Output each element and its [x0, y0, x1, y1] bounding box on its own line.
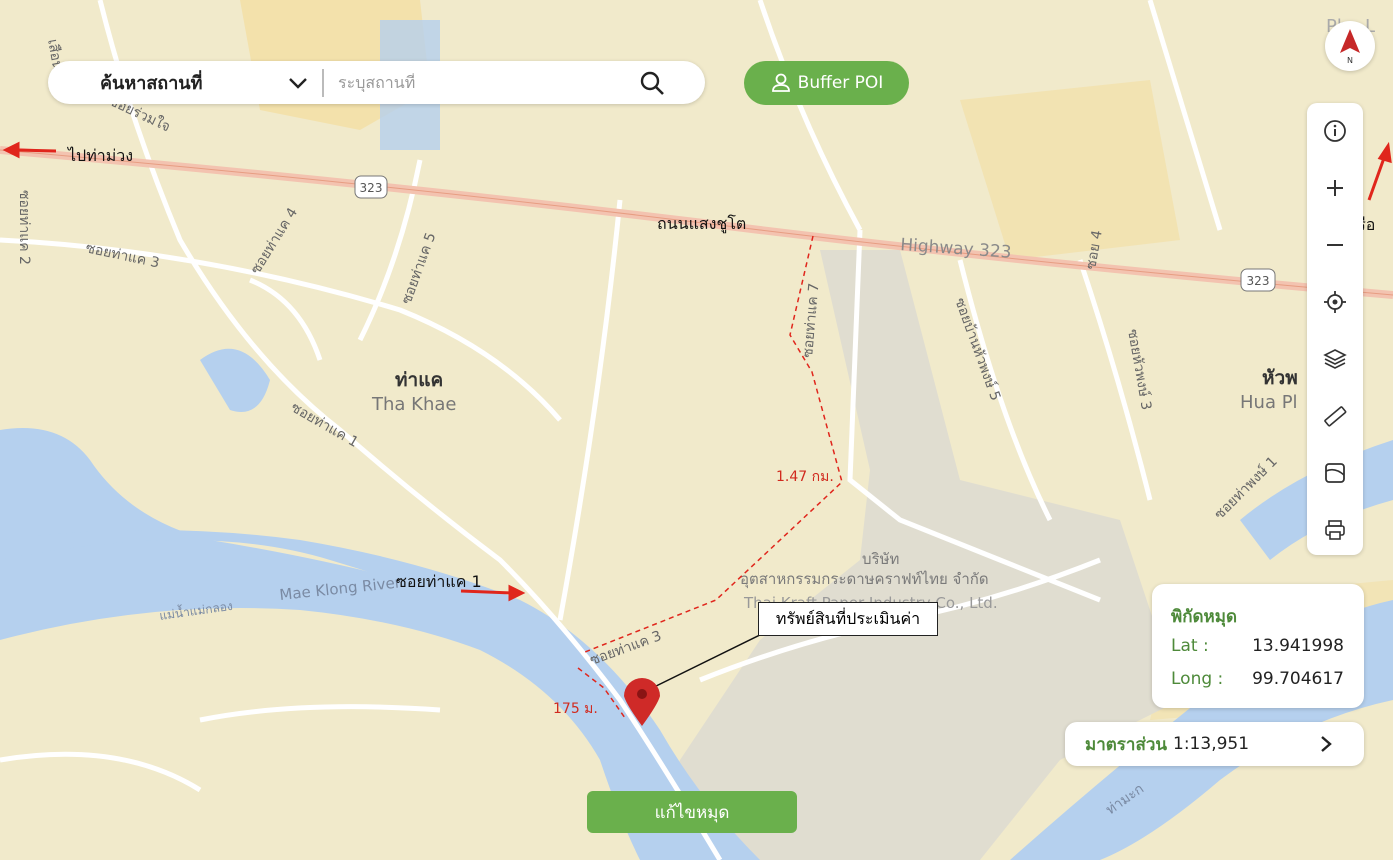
long-value: 99.704617	[1252, 669, 1344, 689]
lat-value: 13.941998	[1252, 636, 1344, 656]
place-label-hua-pho-th: หัวพ	[1262, 367, 1298, 389]
road-label-soi-2: ซอยท่าแค 2	[16, 190, 32, 265]
zoom-in-icon[interactable]	[1323, 176, 1347, 200]
chevron-down-icon[interactable]	[286, 71, 310, 95]
coordinates-title: พิกัดหมุด	[1171, 607, 1237, 627]
place-label-tha-khae-en: Tha Khae	[371, 394, 456, 415]
coordinates-card: พิกัดหมุด Lat : 13.941998 Long : 99.7046…	[1152, 584, 1364, 708]
locate-icon[interactable]	[1323, 290, 1347, 314]
layers-icon[interactable]	[1323, 347, 1347, 371]
place-label-tha-khae-th: ท่าแค	[395, 369, 443, 391]
buffer-poi-label: Buffer POI	[797, 73, 884, 93]
search-icon[interactable]	[638, 69, 666, 97]
compass-button[interactable]: N	[1325, 21, 1375, 71]
search-bar: ค้นหาสถานที่	[48, 61, 705, 104]
route-badge-east: 323	[1240, 268, 1276, 292]
scale-label: มาตราส่วน	[1085, 734, 1168, 755]
place-label-hua-pho-en: Hua Pl	[1240, 392, 1298, 413]
lat-label: Lat :	[1171, 636, 1209, 656]
search-divider	[322, 68, 324, 97]
scale-control[interactable]: มาตราส่วน 1:13,951	[1065, 722, 1364, 766]
long-label: Long :	[1171, 669, 1224, 689]
chevron-right-icon[interactable]	[1316, 734, 1336, 754]
annotation-distance-road: 1.47 กม.	[776, 469, 834, 485]
company-label-2: อุตสาหกรรมกระดาษคราฟท์ไทย จำกัด	[740, 570, 989, 589]
property-callout: ทรัพย์สินที่ประเมินค่า	[758, 602, 938, 636]
user-icon	[771, 73, 790, 92]
svg-text:N: N	[1347, 56, 1353, 65]
buffer-poi-button[interactable]: Buffer POI	[744, 61, 909, 105]
svg-text:323: 323	[360, 181, 383, 195]
annotation-distance-soi: 175 ม.	[553, 701, 598, 717]
zoom-out-icon[interactable]	[1323, 233, 1347, 257]
svg-text:323: 323	[1247, 274, 1270, 288]
annotation-to-tha-muang: ไปท่าม่วง	[68, 146, 134, 165]
annotation-road-name: ถนนแสงชูโต	[657, 214, 747, 233]
edit-pin-button[interactable]: แก้ไขหมุด	[587, 791, 797, 833]
map-toolbar	[1307, 103, 1363, 555]
ruler-icon[interactable]	[1323, 404, 1347, 428]
scale-value: 1:13,951	[1173, 734, 1250, 754]
company-label-1: บริษัท	[862, 550, 899, 568]
search-input[interactable]	[338, 73, 608, 92]
map-type-icon[interactable]	[1323, 461, 1347, 485]
info-icon[interactable]	[1323, 119, 1347, 143]
route-badge-west: 323	[354, 175, 388, 199]
annotation-soi: ซอยท่าแค 1	[396, 572, 482, 591]
print-icon[interactable]	[1323, 518, 1347, 542]
search-category-select[interactable]: ค้นหาสถานที่	[100, 68, 290, 97]
compass-icon: N	[1340, 29, 1360, 65]
